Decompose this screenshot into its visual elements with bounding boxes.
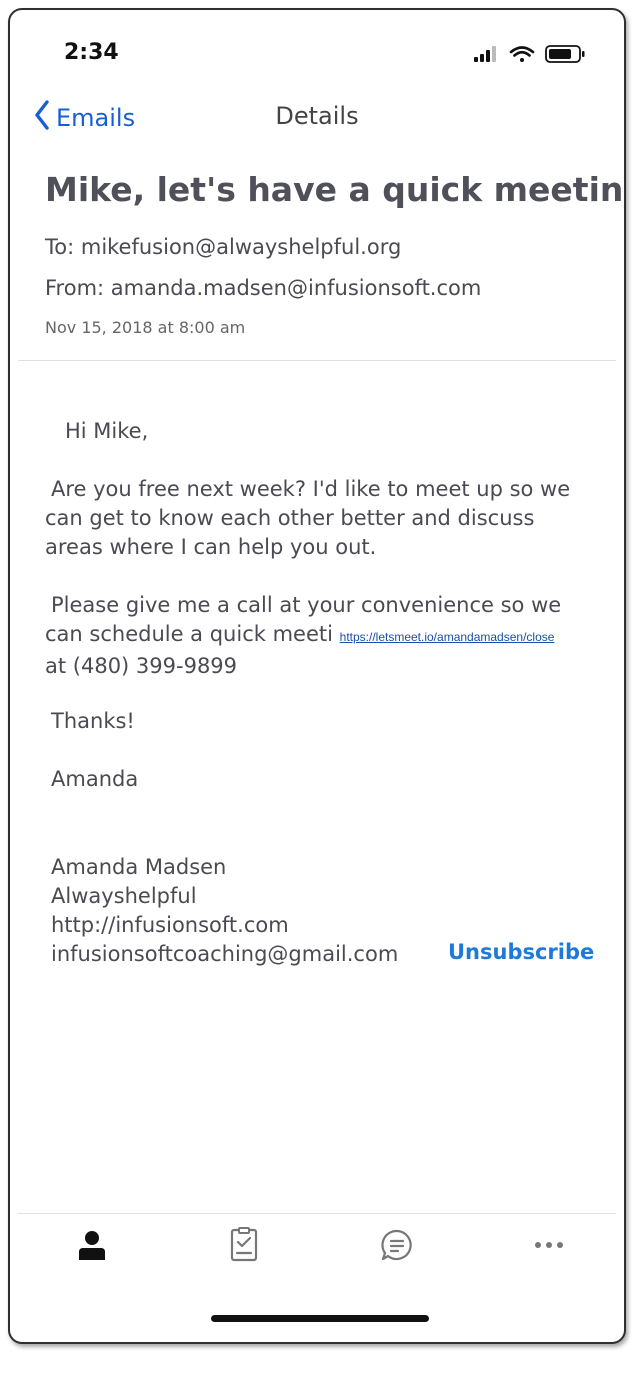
paragraph-line: areas where I can help you out. bbox=[45, 535, 377, 559]
email-signoff: Amanda bbox=[51, 767, 139, 791]
tab-more[interactable] bbox=[529, 1225, 569, 1265]
phone-frame: 2:34 Emails Details Mike, let's have a q… bbox=[8, 8, 626, 1344]
email-signature: Amanda Madsen Alwayshelpful http://infus… bbox=[51, 853, 398, 969]
email-paragraph-2: Please give me a call at your convenienc… bbox=[45, 591, 561, 681]
cellular-signal-icon bbox=[474, 46, 496, 62]
paragraph-line: Are you free next week? I'd like to meet… bbox=[51, 477, 571, 501]
tab-bar-divider bbox=[18, 1213, 616, 1214]
signature-email: infusionsoftcoaching@gmail.com bbox=[51, 942, 399, 966]
tab-tasks[interactable] bbox=[224, 1225, 264, 1265]
status-time: 2:34 bbox=[64, 40, 119, 65]
status-icons bbox=[474, 44, 594, 68]
meeting-link[interactable]: https://letsmeet.io/amandamadsen/close bbox=[340, 630, 555, 644]
email-date: Nov 15, 2018 at 8:00 am bbox=[45, 318, 246, 337]
battery-icon bbox=[545, 45, 585, 63]
paragraph-line: at (480) 399-9899 bbox=[45, 654, 238, 678]
email-thanks: Thanks! bbox=[51, 709, 135, 733]
more-icon bbox=[535, 1242, 563, 1248]
email-from: From: amanda.madsen@infusionsoft.com bbox=[45, 276, 482, 300]
tab-messages[interactable] bbox=[377, 1225, 417, 1265]
checklist-icon bbox=[230, 1227, 258, 1262]
tab-contact[interactable] bbox=[72, 1225, 112, 1265]
email-greeting: Hi Mike, bbox=[65, 419, 149, 443]
page-title: Details bbox=[275, 102, 359, 130]
signature-website: http://infusionsoft.com bbox=[51, 913, 289, 937]
unsubscribe-link[interactable]: Unsubscribe bbox=[448, 940, 594, 964]
paragraph-line: Please give me a call at your convenienc… bbox=[51, 593, 562, 617]
home-indicator[interactable] bbox=[211, 1315, 429, 1322]
wifi-icon bbox=[509, 46, 535, 62]
email-to: To: mikefusion@alwayshelpful.org bbox=[45, 235, 402, 259]
signature-name: Amanda Madsen bbox=[51, 855, 227, 879]
email-paragraph-1: Are you free next week? I'd like to meet… bbox=[45, 475, 570, 562]
signature-company: Alwayshelpful bbox=[51, 884, 197, 908]
chat-bubble-icon bbox=[381, 1229, 412, 1261]
email-subject: Mike, let's have a quick meeting! bbox=[45, 170, 626, 209]
paragraph-line-with-link: can schedule a quick meeti https://letsm… bbox=[45, 620, 561, 652]
paragraph-text: can schedule a quick meeti bbox=[45, 622, 333, 646]
paragraph-line: can get to know each other better and di… bbox=[45, 506, 535, 530]
person-icon bbox=[79, 1231, 105, 1260]
header-divider bbox=[18, 360, 616, 361]
